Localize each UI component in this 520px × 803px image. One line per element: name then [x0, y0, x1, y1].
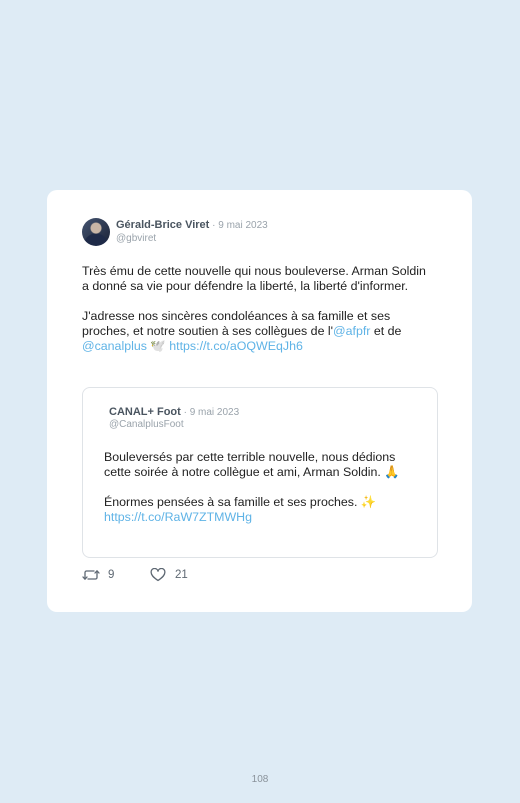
dove-emoji: 🕊️ — [146, 339, 170, 353]
tweet-date[interactable]: 9 mai 2023 — [218, 220, 267, 231]
retweet-count: 9 — [108, 569, 115, 581]
quoted-date[interactable]: 9 mai 2023 — [190, 407, 239, 418]
mention-canalplus[interactable]: @canalplus — [82, 339, 147, 353]
quoted-author-handle[interactable]: @CanalplusFoot — [109, 419, 184, 430]
quoted-link[interactable]: https://t.co/RaW7ZTMWHg — [104, 510, 252, 524]
author-row: Gérald-Brice Viret · 9 mai 2023 — [116, 219, 268, 231]
page-number: 108 — [251, 774, 269, 785]
like-button[interactable]: 21 — [150, 568, 188, 582]
retweet-icon — [82, 568, 100, 582]
quoted-paragraph-1: Bouleversés par cette terrible nouvelle,… — [104, 450, 400, 479]
tweet-paragraph-1: Très ému de cette nouvelle qui nous boul… — [82, 264, 426, 293]
retweet-button[interactable]: 9 — [82, 568, 114, 582]
quoted-tweet[interactable]: CANAL+ Foot · 9 mai 2023 @CanalplusFoot … — [82, 387, 438, 558]
quoted-para2-text: Énormes pensées à sa famille et ses proc… — [104, 495, 377, 509]
avatar[interactable] — [82, 218, 110, 246]
date-separator: · — [209, 220, 219, 231]
tweet-paragraph-2: J'adresse nos sincères condoléances à sa… — [82, 309, 427, 354]
author-name[interactable]: Gérald-Brice Viret — [116, 219, 209, 231]
tweet-text: Très ému de cette nouvelle qui nous boul… — [82, 264, 427, 369]
mention-afpfr[interactable]: @afpfr — [333, 324, 370, 338]
para2-mid: et de — [370, 324, 402, 338]
tweet-card: Gérald-Brice Viret · 9 mai 2023 @gbviret… — [47, 190, 472, 612]
author-handle[interactable]: @gbviret — [116, 233, 156, 244]
quoted-paragraph-2: Énormes pensées à sa famille et ses proc… — [104, 495, 419, 525]
quoted-author-name[interactable]: CANAL+ Foot — [109, 406, 181, 418]
tweet-link[interactable]: https://t.co/aOQWEqJh6 — [169, 339, 303, 353]
quoted-text: Bouleversés par cette terrible nouvelle,… — [104, 450, 419, 540]
quoted-author-row: CANAL+ Foot · 9 mai 2023 — [109, 406, 239, 418]
quoted-date-separator: · — [180, 407, 190, 418]
like-count: 21 — [175, 569, 188, 581]
like-icon — [150, 568, 166, 582]
